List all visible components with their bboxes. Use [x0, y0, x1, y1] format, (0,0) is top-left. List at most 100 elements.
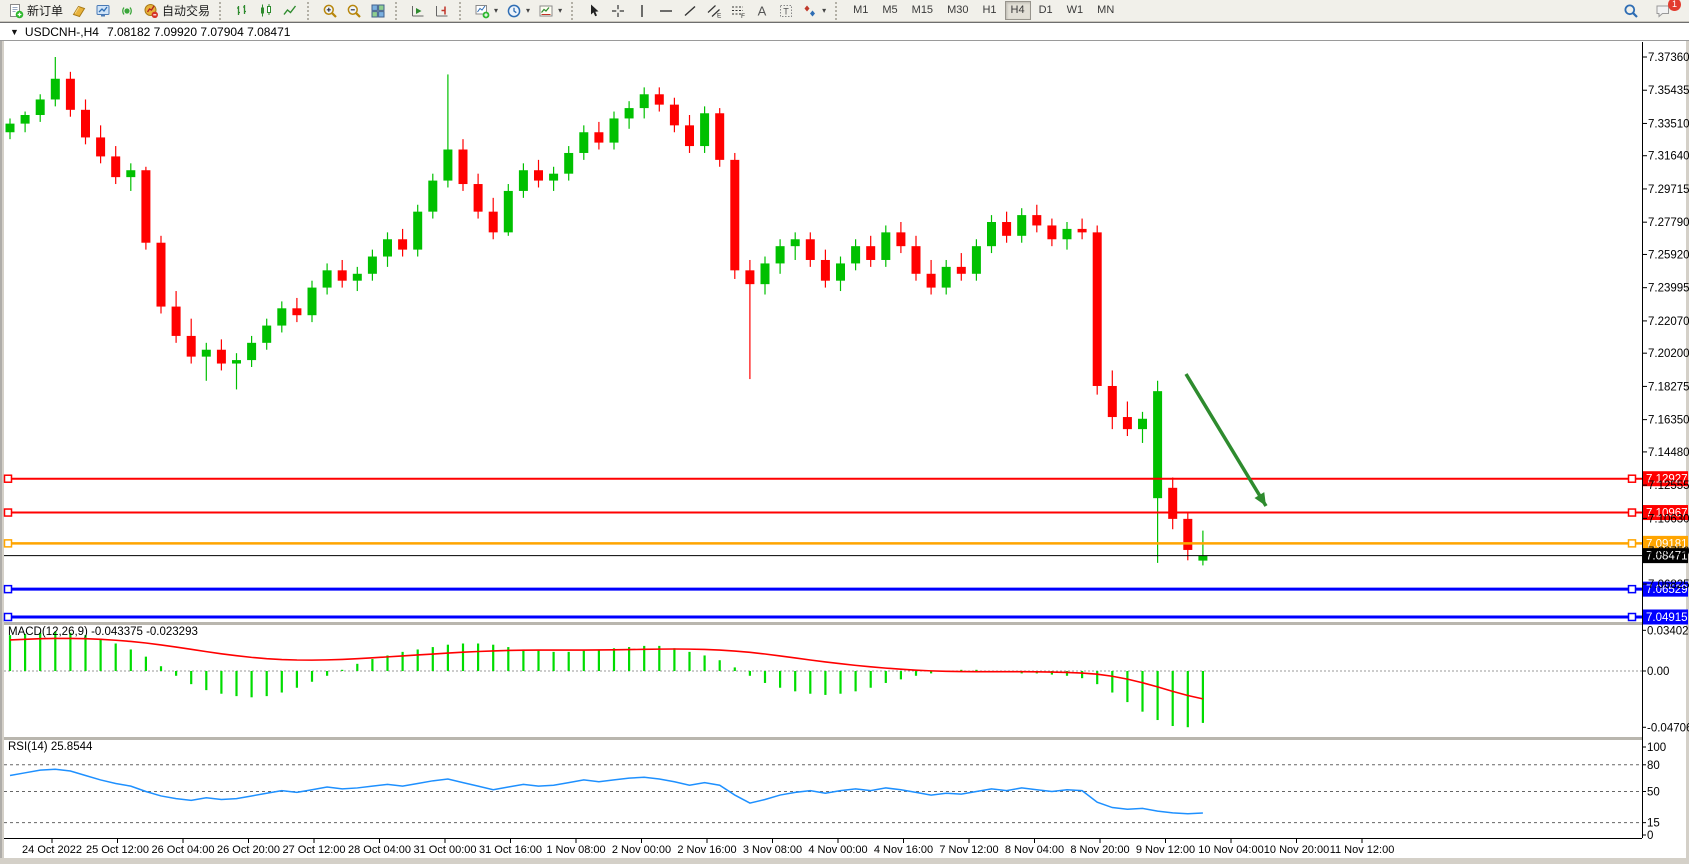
timeframe-button-m30[interactable]: M30 [941, 1, 974, 20]
profiles-button[interactable]: ▾ [502, 1, 534, 21]
new-order-button[interactable]: 新订单 [4, 1, 67, 21]
zoom-out-button[interactable] [342, 1, 366, 21]
price-tick-label: 7.27790 [1648, 217, 1689, 229]
candle-body [745, 270, 754, 284]
time-axis-label: 3 Nov 08:00 [743, 844, 802, 856]
support-line-1-handle[interactable] [5, 586, 12, 593]
search-icon [1623, 3, 1639, 19]
vertical-line-button[interactable] [630, 1, 654, 21]
candle-body [1183, 519, 1192, 550]
pivot-line-handle[interactable] [1629, 540, 1636, 547]
support-line-1-handle[interactable] [1629, 586, 1636, 593]
fibonacci-button[interactable]: F [726, 1, 750, 21]
new-chart-icon [474, 3, 490, 19]
arrows-button[interactable]: ▾ [798, 1, 830, 21]
horizontal-line-button[interactable] [654, 1, 678, 21]
timeframe-button-h1[interactable]: H1 [976, 1, 1002, 20]
chart-shift-icon [434, 3, 450, 19]
templates-button[interactable]: ▾ [534, 1, 566, 21]
timeframe-button-mn[interactable]: MN [1091, 1, 1120, 20]
candle-body [1153, 391, 1162, 498]
line-chart-icon [282, 3, 298, 19]
timeframe-button-d1[interactable]: D1 [1033, 1, 1059, 20]
time-axis-label: 24 Oct 2022 [22, 844, 82, 856]
tile-windows-button[interactable] [366, 1, 390, 21]
candle-body [1047, 225, 1056, 239]
candle-body [640, 94, 649, 108]
autotrade-icon [143, 3, 159, 19]
chart-list-button[interactable] [67, 1, 91, 21]
time-axis-label: 4 Nov 16:00 [874, 844, 933, 856]
candle-body [232, 360, 241, 363]
toolbar-separator [835, 2, 842, 20]
chart-titlebar: ▼ USDCNH-,H4 7.08182 7.09920 7.07904 7.0… [0, 22, 1689, 41]
candle-body [187, 336, 196, 357]
price-tick-label: 7.06825 [1648, 579, 1689, 591]
support-line-2-handle[interactable] [5, 614, 12, 621]
candle-body [1017, 215, 1026, 236]
trendline-button[interactable] [678, 1, 702, 21]
candle-body [715, 113, 724, 160]
time-axis-label: 2 Nov 00:00 [612, 844, 671, 856]
time-axis-label: 25 Oct 12:00 [86, 844, 149, 856]
rsi-pane-separator[interactable] [4, 737, 1642, 740]
clock-icon [506, 3, 522, 19]
notification-badge: 1 [1668, 0, 1681, 11]
new-order-icon [8, 3, 24, 19]
resistance-line-2-handle[interactable] [1629, 509, 1636, 516]
auto-scroll-button[interactable] [406, 1, 430, 21]
candle-body [1002, 222, 1011, 236]
equidistant-channel-button[interactable]: E [702, 1, 726, 21]
sell-signal-arrow[interactable] [1186, 374, 1266, 506]
macd-axis-label: -0.047061 [1647, 722, 1689, 734]
time-axis-label: 11 Nov 12:00 [1330, 844, 1395, 856]
chart-dropdown-icon[interactable]: ▼ [10, 27, 19, 37]
chart-shift-button[interactable] [430, 1, 454, 21]
chevron-down-icon: ▾ [526, 6, 530, 15]
resistance-line-1-handle[interactable] [5, 475, 12, 482]
zoom-in-button[interactable] [318, 1, 342, 21]
macd-pane-separator[interactable] [4, 622, 1642, 625]
candlestick-chart-button[interactable] [254, 1, 278, 21]
candle-body [504, 191, 513, 232]
bar-chart-button[interactable] [230, 1, 254, 21]
timeframe-button-m1[interactable]: M1 [847, 1, 874, 20]
candle-body [534, 170, 543, 180]
candle-body [519, 170, 528, 191]
text-button[interactable]: A [750, 1, 774, 21]
candle-body [36, 99, 45, 115]
svg-text:T: T [783, 6, 789, 16]
support-line-2-handle[interactable] [1629, 614, 1636, 621]
horizontal-line-icon [658, 3, 674, 19]
candle-body [564, 153, 573, 174]
candle-body [549, 174, 558, 181]
resistance-line-2-handle[interactable] [5, 509, 12, 516]
auto-trading-button[interactable]: 自动交易 [139, 1, 214, 21]
chart-canvas[interactable]: 7.129277.109677.091817.084717.065297.049… [0, 0, 1689, 864]
candle-body [277, 308, 286, 325]
price-tick-label: 7.18275 [1648, 381, 1689, 393]
search-button[interactable] [1619, 1, 1643, 21]
new-chart-button[interactable]: ▾ [470, 1, 502, 21]
notifications-button[interactable]: 1 [1651, 1, 1675, 21]
price-tick-label: 7.25920 [1648, 249, 1689, 261]
macd-signal-line [10, 638, 1203, 698]
signals-button[interactable] [115, 1, 139, 21]
candle-body [1198, 556, 1207, 561]
line-chart-button[interactable] [278, 1, 302, 21]
crosshair-button[interactable] [606, 1, 630, 21]
candle-body [987, 222, 996, 246]
timeframe-button-m5[interactable]: M5 [876, 1, 903, 20]
svg-text:E: E [717, 12, 722, 19]
resistance-line-1-handle[interactable] [1629, 475, 1636, 482]
cursor-button[interactable] [582, 1, 606, 21]
text-label-button[interactable]: T [774, 1, 798, 21]
price-tick-label: 7.14480 [1648, 447, 1689, 459]
timeframe-button-m15[interactable]: M15 [906, 1, 939, 20]
timeframe-button-h4[interactable]: H4 [1005, 1, 1031, 20]
signal-icon [119, 3, 135, 19]
timeframe-button-w1[interactable]: W1 [1061, 1, 1090, 20]
terminal-button[interactable] [91, 1, 115, 21]
candle-body [1108, 386, 1117, 417]
pivot-line-handle[interactable] [5, 540, 12, 547]
